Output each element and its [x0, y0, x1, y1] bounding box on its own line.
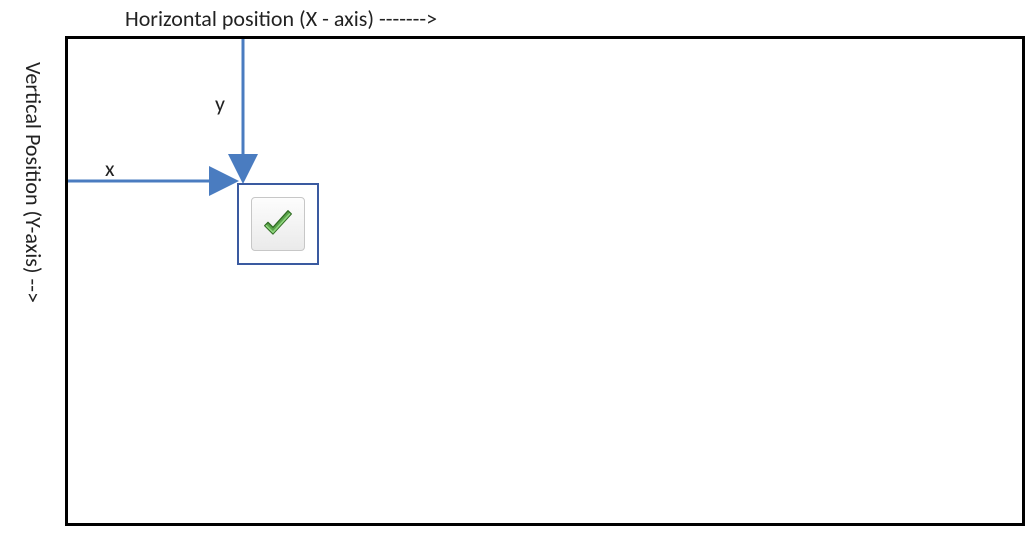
coordinate-canvas: [65, 36, 1025, 526]
checkmark-button[interactable]: [237, 183, 319, 265]
diagram-stage: Horizontal position (X - axis) -------> …: [0, 0, 1032, 533]
y-dimension-label: y: [215, 90, 225, 117]
x-axis-label: Horizontal position (X - axis) ------->: [125, 5, 437, 32]
y-axis-label: Vertical Position (Y-axis) -->: [25, 62, 47, 472]
checkmark-icon: [258, 204, 298, 244]
x-dimension-label: x: [105, 155, 115, 182]
checkmark-button-inner: [251, 197, 305, 251]
